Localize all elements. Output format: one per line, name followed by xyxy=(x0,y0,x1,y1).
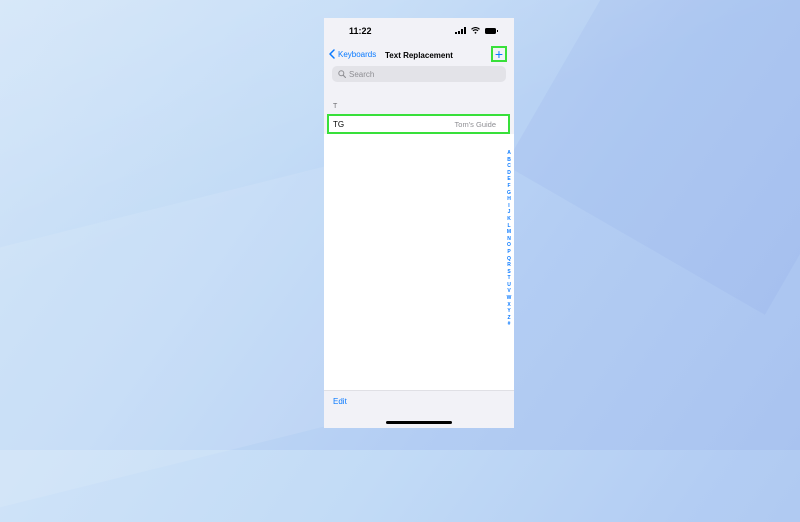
shortcut-text: TG xyxy=(333,119,345,129)
search-input[interactable] xyxy=(349,69,489,79)
index-letter[interactable]: Y xyxy=(507,308,510,315)
index-letter[interactable]: T xyxy=(507,275,510,282)
index-letter[interactable]: X xyxy=(507,302,510,309)
index-letter[interactable]: P xyxy=(507,249,510,256)
index-letter[interactable]: I xyxy=(508,203,509,210)
search-icon xyxy=(338,70,346,78)
index-letter[interactable]: L xyxy=(507,223,510,230)
index-letter[interactable]: G xyxy=(507,190,511,197)
home-indicator xyxy=(386,421,452,424)
background-shape xyxy=(0,157,360,522)
index-letter[interactable]: B xyxy=(507,157,511,164)
list-item[interactable]: TG Tom's Guide xyxy=(327,114,510,134)
battery-icon xyxy=(485,27,498,34)
index-letter[interactable]: J xyxy=(508,209,511,216)
bottom-toolbar: Edit xyxy=(324,390,514,428)
index-letter[interactable]: S xyxy=(507,269,510,276)
phone-screen: 11:22 Keyboards Text Replacement + Searc… xyxy=(324,18,514,428)
plus-icon: + xyxy=(494,46,504,62)
index-letter[interactable]: A xyxy=(507,150,511,157)
back-button[interactable]: Keyboards xyxy=(329,49,376,59)
index-letter[interactable]: W xyxy=(507,295,512,302)
index-letter[interactable]: # xyxy=(508,321,511,328)
index-letter[interactable]: K xyxy=(507,216,511,223)
search-bar[interactable] xyxy=(332,66,506,82)
index-letter[interactable]: C xyxy=(507,163,511,170)
index-letter[interactable]: N xyxy=(507,236,511,243)
index-letter[interactable]: E xyxy=(507,176,510,183)
list-background xyxy=(324,134,514,390)
section-header: T xyxy=(333,103,338,110)
index-letter[interactable]: Q xyxy=(507,256,511,263)
phrase-text: Tom's Guide xyxy=(454,119,496,129)
chevron-left-icon xyxy=(329,49,335,59)
index-letter[interactable]: M xyxy=(507,229,511,236)
status-bar: 11:22 xyxy=(324,18,514,44)
section-index[interactable]: A B C D E F G H I J K L M N O P Q R S T U V W X Y Z # xyxy=(504,150,514,328)
back-button-label: Keyboards xyxy=(338,49,377,59)
background-shape xyxy=(505,0,800,315)
add-button[interactable]: + xyxy=(491,46,507,62)
status-icons xyxy=(455,27,498,34)
wifi-icon xyxy=(471,27,480,34)
index-letter[interactable]: R xyxy=(507,262,511,269)
index-letter[interactable]: O xyxy=(507,242,511,249)
page-title: Text Replacement xyxy=(385,51,453,60)
index-letter[interactable]: Z xyxy=(507,315,510,322)
index-letter[interactable]: V xyxy=(507,288,510,295)
edit-button[interactable]: Edit xyxy=(333,397,347,406)
index-letter[interactable]: H xyxy=(507,196,511,203)
index-letter[interactable]: U xyxy=(507,282,511,289)
index-letter[interactable]: D xyxy=(507,170,511,177)
status-time: 11:22 xyxy=(349,26,372,36)
cellular-signal-icon xyxy=(455,27,466,34)
index-letter[interactable]: F xyxy=(507,183,510,190)
